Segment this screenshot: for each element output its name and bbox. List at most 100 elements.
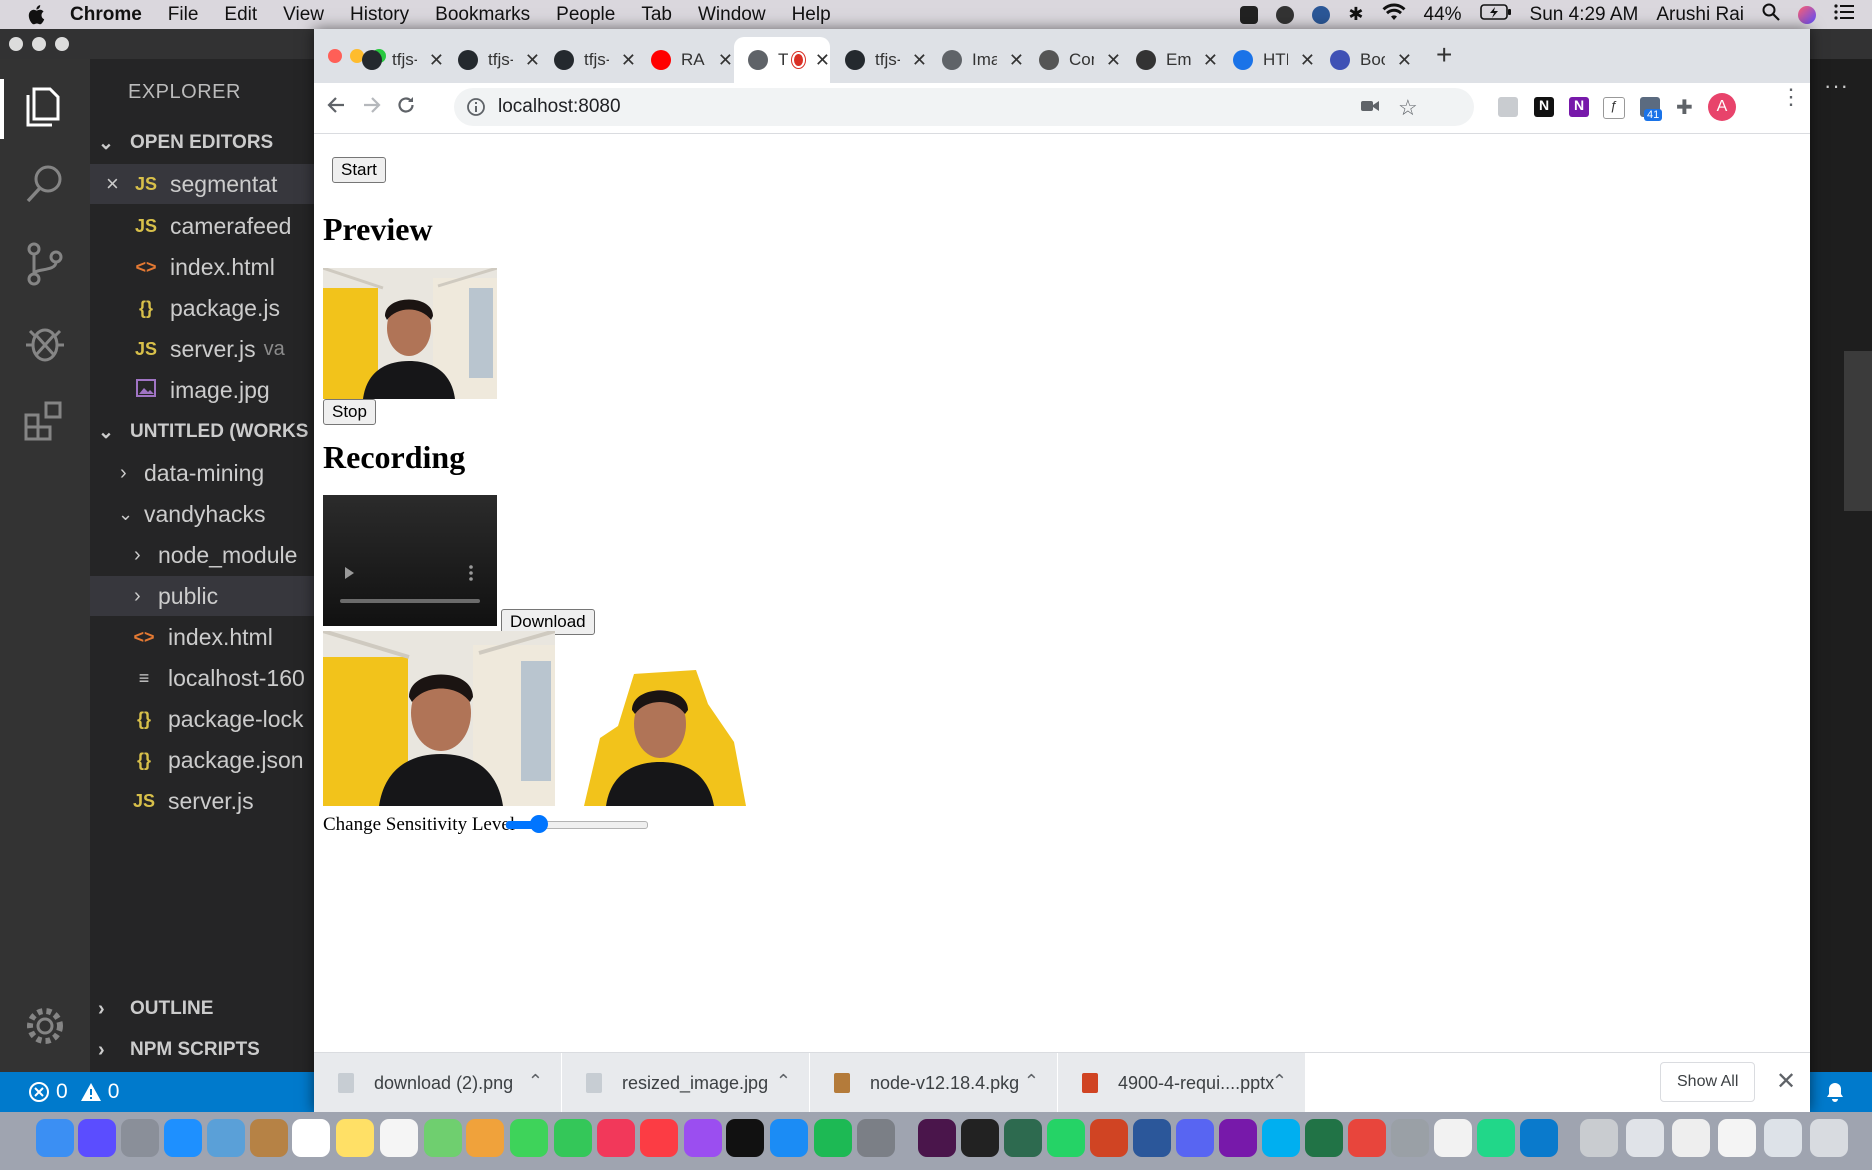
close-tab-icon[interactable]: ✕	[1397, 50, 1412, 71]
open-editor-item[interactable]: image.jpg	[90, 370, 315, 410]
spotify-icon[interactable]	[814, 1119, 852, 1157]
site-info-icon[interactable]	[466, 97, 486, 122]
close-tab-icon[interactable]: ✕	[815, 50, 830, 71]
browser-tab[interactable]: tfjs- ✕	[831, 37, 927, 83]
open-editor-item[interactable]: <> index.html	[90, 247, 315, 287]
tree-file[interactable]: {} package.json	[90, 740, 315, 780]
sensitivity-slider[interactable]	[506, 815, 648, 833]
problems-indicator[interactable]: 0 0	[28, 1080, 119, 1104]
close-icon[interactable]: ×	[106, 171, 128, 197]
onenote-icon[interactable]	[1219, 1119, 1257, 1157]
notification-center-icon[interactable]	[1834, 3, 1854, 26]
menu-file[interactable]: File	[168, 4, 199, 26]
open-editor-item[interactable]: {} package.js	[90, 288, 315, 328]
forward-arrow-icon[interactable]	[362, 95, 382, 121]
vpn-icon[interactable]	[1312, 5, 1331, 24]
debug-icon[interactable]	[20, 317, 70, 367]
facetime-icon[interactable]	[554, 1119, 592, 1157]
tree-folder[interactable]: ⌄ vandyhacks	[90, 494, 315, 534]
close-tab-icon[interactable]: ✕	[1300, 50, 1315, 71]
formula-extension-icon[interactable]: ƒ	[1603, 97, 1625, 119]
maps-icon[interactable]	[424, 1119, 462, 1157]
camera-in-use-icon[interactable]	[1360, 98, 1380, 119]
source-control-icon[interactable]	[20, 239, 70, 289]
downloads-stack-icon[interactable]	[1580, 1119, 1618, 1157]
skype-icon[interactable]	[1262, 1119, 1300, 1157]
extension-badge-icon[interactable]: 41	[1640, 97, 1663, 121]
menu-view[interactable]: View	[283, 4, 324, 26]
menu-history[interactable]: History	[350, 4, 409, 26]
vpn-client-icon[interactable]	[1004, 1119, 1042, 1157]
printer-icon[interactable]	[1391, 1119, 1429, 1157]
download-item[interactable]: 4900-4-requi....pptx ⌃	[1058, 1053, 1306, 1113]
browser-tab[interactable]: Imag ✕	[928, 37, 1024, 83]
wifi-icon[interactable]	[1382, 3, 1406, 27]
close-tab-icon[interactable]: ✕	[525, 50, 540, 71]
search-icon[interactable]	[20, 159, 70, 209]
npm-scripts-section[interactable]: › NPM SCRIPTS	[90, 1031, 315, 1069]
tree-folder[interactable]: › public	[90, 576, 315, 616]
close-tab-icon[interactable]: ✕	[429, 50, 444, 71]
vscode-zoom-dot[interactable]	[55, 37, 69, 51]
reload-icon[interactable]	[396, 95, 416, 121]
safari-icon[interactable]	[164, 1119, 202, 1157]
download-item[interactable]: resized_image.jpg ⌃	[562, 1053, 810, 1113]
notifications-bell-icon[interactable]	[1824, 1081, 1846, 1109]
menu-bookmarks[interactable]: Bookmarks	[435, 4, 530, 26]
user-name[interactable]: Arushi Rai	[1656, 4, 1744, 26]
tree-folder[interactable]: › data-mining	[90, 453, 315, 493]
notes-icon[interactable]	[336, 1119, 374, 1157]
open-editor-item[interactable]: JS camerafeed	[90, 206, 315, 246]
document-stack-icon[interactable]	[1672, 1119, 1710, 1157]
open-editors-section[interactable]: ⌄ OPEN EDITORS	[90, 124, 315, 162]
tree-folder[interactable]: › node_module	[90, 535, 315, 575]
app-name[interactable]: Chrome	[70, 4, 142, 26]
battery-percent[interactable]: 44%	[1424, 4, 1462, 26]
slack-icon[interactable]	[918, 1119, 956, 1157]
photos-icon[interactable]	[466, 1119, 504, 1157]
manage-gear-icon[interactable]	[20, 1001, 70, 1051]
profile-avatar[interactable]: A	[1708, 93, 1736, 121]
close-tab-icon[interactable]: ✕	[912, 50, 927, 71]
browser-tab[interactable]: tfjs- ✕	[348, 37, 444, 83]
chevron-up-icon[interactable]: ⌃	[1272, 1071, 1287, 1092]
close-tab-icon[interactable]: ✕	[1106, 50, 1121, 71]
extension-icon[interactable]	[1498, 97, 1518, 117]
calendar-icon[interactable]	[292, 1119, 330, 1157]
system-preferences-icon[interactable]	[857, 1119, 895, 1157]
explorer-files-icon[interactable]	[20, 81, 70, 131]
document-stack-icon[interactable]	[1764, 1119, 1802, 1157]
close-tab-icon[interactable]: ✕	[1203, 50, 1218, 71]
tree-file[interactable]: JS server.js	[90, 781, 315, 821]
tv-icon[interactable]	[726, 1119, 764, 1157]
recording-video-player[interactable]	[323, 495, 497, 626]
skype-icon[interactable]	[1240, 5, 1259, 24]
book-icon[interactable]	[250, 1119, 288, 1157]
pycharm-icon[interactable]	[1477, 1119, 1515, 1157]
outline-section[interactable]: › OUTLINE	[90, 990, 315, 1028]
app-store-icon[interactable]	[770, 1119, 808, 1157]
slider-thumb[interactable]	[530, 815, 549, 833]
finder-icon[interactable]	[36, 1119, 74, 1157]
extensions-icon[interactable]	[20, 395, 70, 445]
menu-tab[interactable]: Tab	[641, 4, 672, 26]
screenshot-stack-icon[interactable]	[1626, 1119, 1664, 1157]
open-editor-item[interactable]: JS server.js va	[90, 329, 315, 369]
spotlight-search-icon[interactable]	[1762, 3, 1780, 27]
music-icon[interactable]	[640, 1119, 678, 1157]
close-tab-icon[interactable]: ✕	[621, 50, 636, 71]
evernote-icon[interactable]	[1276, 5, 1295, 24]
battery-icon[interactable]	[1479, 3, 1512, 26]
chevron-up-icon[interactable]: ⌃	[776, 1071, 791, 1092]
clock[interactable]: Sun 4:29 AM	[1530, 4, 1639, 26]
textedit-icon[interactable]	[1434, 1119, 1472, 1157]
close-tab-icon[interactable]: ✕	[1009, 50, 1024, 71]
excel-icon[interactable]	[1305, 1119, 1343, 1157]
open-editor-item[interactable]: × JS segmentat	[90, 164, 315, 204]
chevron-up-icon[interactable]: ⌃	[528, 1071, 543, 1092]
news-icon[interactable]	[597, 1119, 635, 1157]
extensions-puzzle-icon[interactable]: ✚	[1676, 95, 1693, 120]
apple-icon[interactable]	[26, 4, 46, 26]
close-tab-icon[interactable]: ✕	[718, 50, 733, 71]
siri-icon[interactable]	[1798, 5, 1816, 24]
